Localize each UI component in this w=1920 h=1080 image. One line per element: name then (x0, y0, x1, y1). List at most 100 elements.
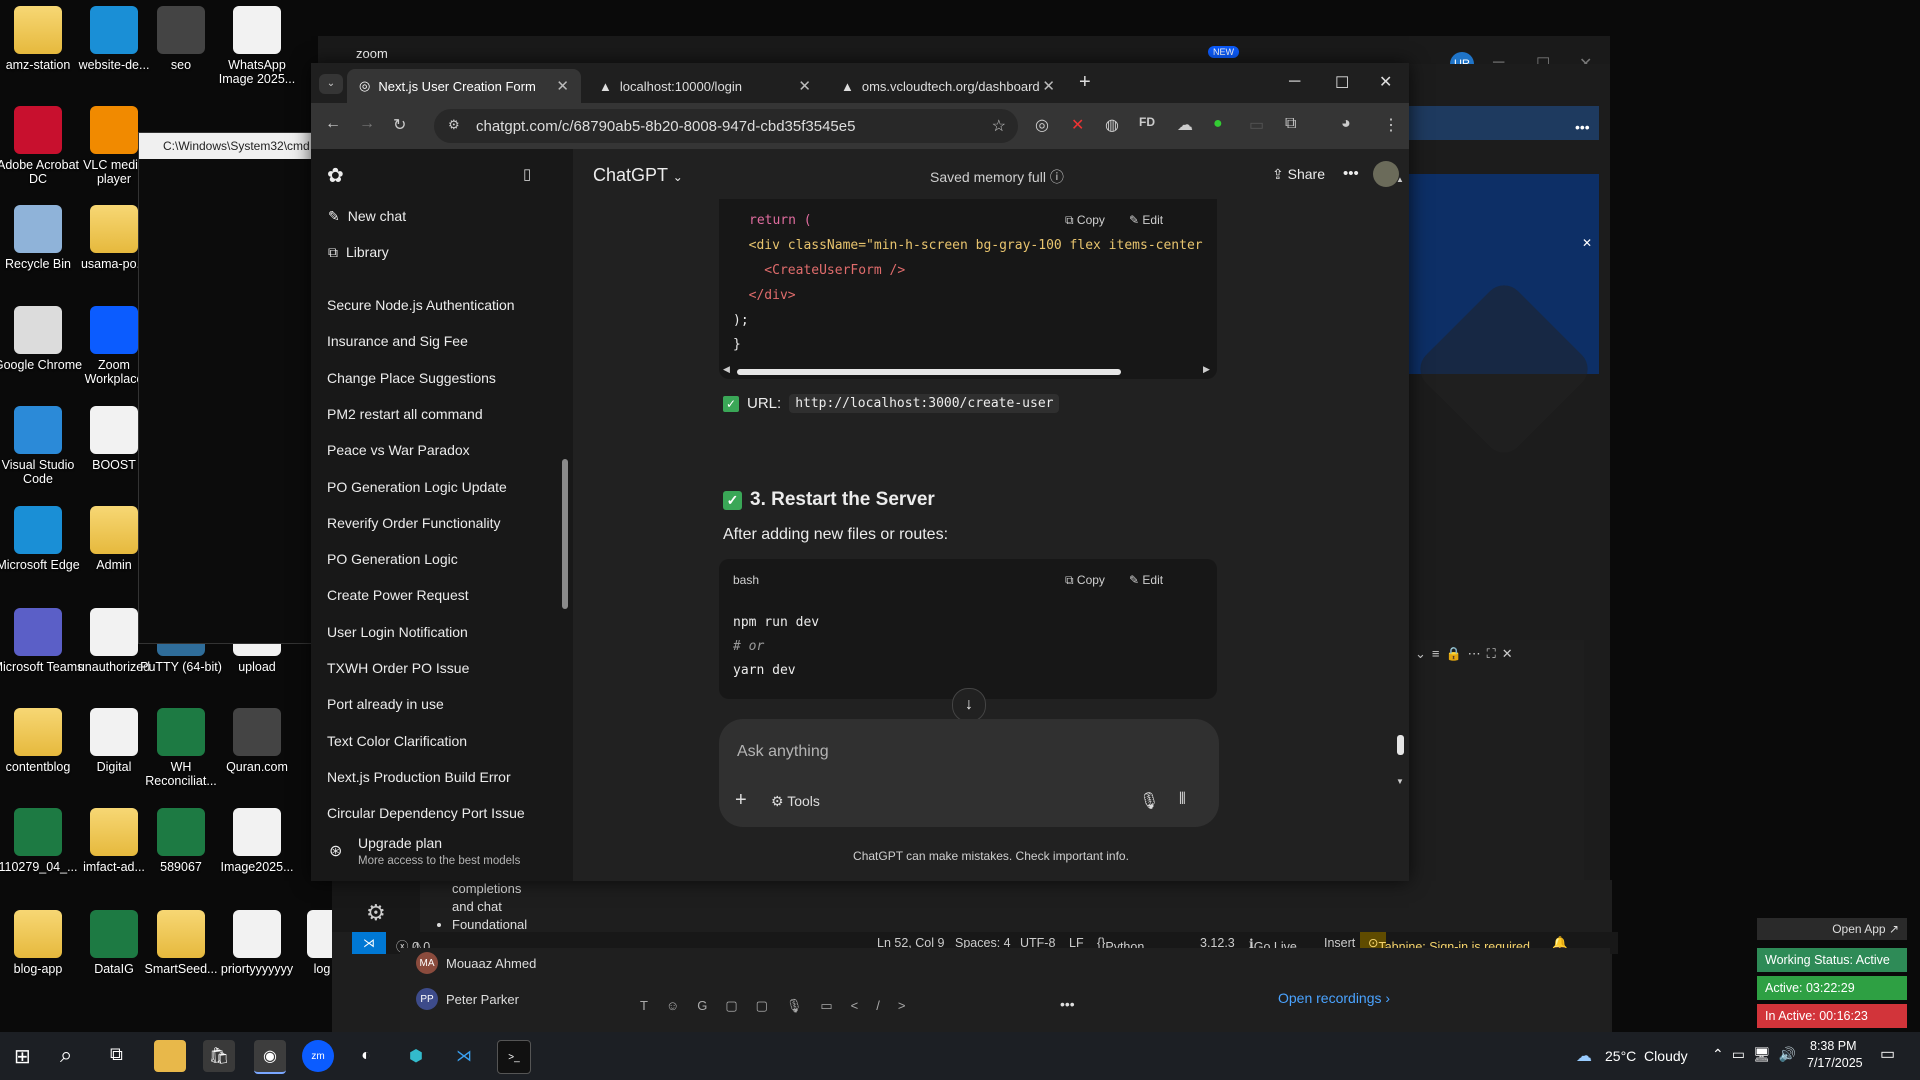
close-tab-icon[interactable]: ✕ (556, 77, 569, 95)
zoom-icon[interactable]: zm (302, 1040, 334, 1072)
tools-button[interactable]: ⚙ Tools (771, 793, 820, 810)
microphone-icon[interactable]: 🎙 (1139, 791, 1159, 811)
cmd-titlebar[interactable]: C:\Windows\System32\cmd (139, 133, 319, 159)
address-bar[interactable]: ⚙ chatgpt.com/c/68790ab5-8b20-8008-947d-… (434, 109, 1018, 143)
sidebar-history-item[interactable]: Text Color Clarification (327, 733, 467, 749)
extension-glasses-icon[interactable]: ◎ (1035, 115, 1049, 135)
sidebar-history-item[interactable]: Port already in use (327, 696, 444, 712)
sidebar-history-item[interactable]: Circular Dependency Port Issue (327, 805, 525, 821)
back-icon[interactable]: ← (325, 115, 341, 133)
desktop-icon[interactable]: WhatsApp Image 2025... (211, 6, 303, 86)
memory-status[interactable]: Saved memory full ⓘ (930, 167, 1064, 187)
profile-avatar-icon[interactable]: ◕ (1341, 115, 1351, 133)
app-icon[interactable]: ⬢ (400, 1040, 432, 1072)
sidebar-history-item[interactable]: Insurance and Sig Fee (327, 333, 468, 349)
remote-indicator[interactable]: ⋊ (352, 932, 386, 954)
upgrade-plan-button[interactable]: ⊛ Upgrade plan More access to the best m… (311, 829, 561, 881)
edit-button[interactable]: ✎ Edit (1129, 573, 1163, 587)
desktop-icon[interactable]: Quran.com (211, 708, 303, 774)
extension-x-icon[interactable]: ✕ (1071, 115, 1084, 135)
cmd-window[interactable]: C:\Windows\System32\cmd (138, 132, 320, 644)
sidebar-history-item[interactable]: User Login Notification (327, 624, 468, 640)
open-app-button[interactable]: Open App ↗ (1757, 918, 1907, 940)
voice-mode-icon[interactable]: ⫴ (1179, 791, 1186, 809)
desktop-icon[interactable]: priortyyyyyyy (211, 910, 303, 976)
close-window-icon[interactable]: ✕ (1379, 72, 1392, 92)
maximize-icon[interactable]: ☐ (1335, 73, 1349, 93)
extension-weather-icon[interactable]: ☁ (1177, 115, 1193, 135)
extension-globe-icon[interactable]: ◍ (1105, 115, 1119, 135)
open-recordings-link[interactable]: Open recordings › (1278, 990, 1390, 1006)
edit-button[interactable]: ✎ Edit (1129, 213, 1163, 227)
tab-localhost-login[interactable]: ▲ localhost:10000/login ✕ (587, 69, 823, 103)
clock-date[interactable]: 7/17/2025 (1807, 1056, 1863, 1070)
terminal-icon[interactable]: >_ (497, 1040, 531, 1074)
sidebar-history-item[interactable]: Secure Node.js Authentication (327, 297, 515, 313)
site-info-icon[interactable]: ⚙ (448, 117, 460, 133)
copy-button[interactable]: ⧉ Copy (1065, 573, 1105, 588)
search-icon[interactable]: ⌕ (60, 1042, 72, 1068)
extension-screen-icon[interactable]: ▭ (1249, 115, 1264, 135)
desktop-icon[interactable]: Image2025... (211, 808, 303, 874)
extension-green-icon[interactable]: ● (1213, 115, 1223, 133)
weather-icon[interactable]: ☁ (1576, 1046, 1592, 1066)
panel-toolbar[interactable]: ⌄≡🔒⋯⛶✕ (1415, 646, 1519, 662)
reload-icon[interactable]: ↻ (393, 115, 406, 135)
forward-icon[interactable]: → (359, 115, 375, 133)
store-icon[interactable]: 🛍 (203, 1040, 235, 1072)
close-tab-icon[interactable]: ✕ (1042, 77, 1055, 95)
weather-text[interactable]: 25°C Cloudy (1605, 1048, 1688, 1064)
more-icon[interactable]: ••• (1575, 119, 1590, 135)
chrome-menu-icon[interactable]: ⋮ (1383, 115, 1399, 135)
task-view-icon[interactable]: ⧉ (110, 1044, 123, 1065)
sidebar-history-item[interactable]: Next.js Production Build Error (327, 769, 511, 785)
model-selector[interactable]: ChatGPT ⌄ (593, 165, 683, 186)
tab-nextjs-form[interactable]: ◎ Next.js User Creation Form ✕ (347, 69, 581, 103)
start-windows-icon[interactable]: ⊞ (14, 1044, 31, 1069)
add-icon[interactable]: + (735, 789, 747, 812)
scrollbar-thumb[interactable] (1397, 735, 1404, 755)
scroll-up-icon[interactable]: ▲ (1396, 175, 1404, 184)
extension-fd-icon[interactable]: FD (1139, 115, 1155, 129)
sidebar-history-item[interactable]: PO Generation Logic (327, 551, 458, 567)
chrome-window[interactable]: ⌄ ◎ Next.js User Creation Form ✕ ▲ local… (311, 63, 1409, 881)
new-tab-button[interactable]: + (1079, 71, 1091, 94)
scroll-down-icon[interactable]: ▼ (1396, 777, 1404, 786)
clock-time[interactable]: 8:38 PM (1810, 1039, 1857, 1053)
prompt-input[interactable]: Ask anything (737, 743, 829, 761)
bookmark-star-icon[interactable]: ☆ (992, 116, 1006, 136)
scroll-down-button[interactable]: ↓ (952, 688, 986, 722)
sidebar-history-item[interactable]: Reverify Order Functionality (327, 515, 501, 531)
sidebar-history-item[interactable]: PM2 restart all command (327, 406, 483, 422)
panel-close-icon[interactable]: ✕ (1582, 236, 1592, 250)
chrome-icon[interactable]: ◉ (254, 1040, 286, 1074)
teams-app-icon[interactable]: ◐ (350, 1040, 382, 1072)
minimize-icon[interactable]: ─ (1289, 73, 1300, 91)
sidebar-history-item[interactable]: Create Power Request (327, 587, 469, 603)
main-scrollbar[interactable]: ▲ ▼ (1396, 175, 1406, 786)
sidebar-history-item[interactable]: PO Generation Logic Update (327, 479, 507, 495)
share-button[interactable]: ⇪ Share (1272, 166, 1325, 183)
tab-oms-dashboard[interactable]: ▲ oms.vcloudtech.org/dashboard ✕ (829, 69, 1067, 103)
horizontal-scrollbar[interactable]: ◀ ▶ (723, 364, 1213, 377)
scrollbar-thumb[interactable] (562, 459, 568, 609)
notification-center-icon[interactable]: ▭ (1880, 1044, 1895, 1064)
scroll-left-icon[interactable]: ◀ (723, 364, 730, 375)
sidebar-scrollbar[interactable] (561, 159, 569, 859)
vscode-icon[interactable]: ⋊ (448, 1040, 480, 1072)
teams-contact[interactable]: PP Peter Parker (416, 988, 519, 1010)
zoom-window[interactable]: zoom NEW UR ─ ☐ ✕ (318, 36, 1610, 76)
extensions-puzzle-icon[interactable]: ⧉ (1285, 115, 1296, 133)
copy-button[interactable]: ⧉ Copy (1065, 213, 1105, 228)
more-icon[interactable]: ••• (1060, 996, 1075, 1012)
teams-contact[interactable]: MA Mouaaz Ahmed (416, 952, 536, 974)
sidebar-history-item[interactable]: Change Place Suggestions (327, 370, 496, 386)
close-tab-icon[interactable]: ✕ (798, 77, 811, 95)
tray-icons[interactable]: ⌃▭🖥🔊 (1712, 1046, 1804, 1063)
file-explorer-icon[interactable] (154, 1040, 186, 1072)
sidebar-history-item[interactable]: Peace vs War Paradox (327, 442, 470, 458)
more-options-icon[interactable]: ••• (1343, 165, 1359, 182)
scrollbar-thumb[interactable] (737, 369, 1121, 375)
tab-search-button[interactable]: ⌄ (319, 74, 343, 94)
scroll-right-icon[interactable]: ▶ (1203, 364, 1210, 375)
